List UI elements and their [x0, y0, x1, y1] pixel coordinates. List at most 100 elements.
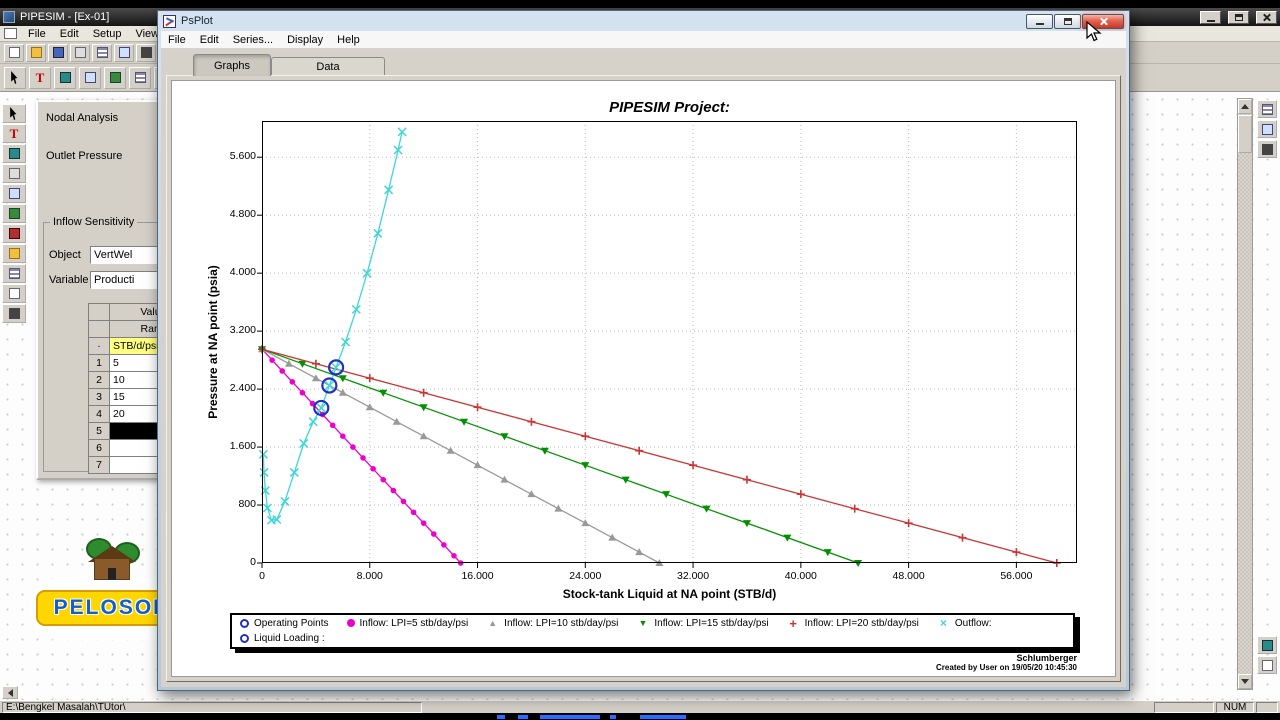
x-tick-label: 8.000: [356, 570, 383, 582]
boundary-node-icon[interactable]: [54, 66, 76, 89]
plot-canvas: [257, 121, 1077, 568]
save-icon[interactable]: [48, 43, 68, 62]
fit-tool-icon[interactable]: [1257, 140, 1277, 158]
drawing-toolbox: T: [2, 104, 28, 323]
tab-data[interactable]: Data: [271, 57, 385, 76]
circle-open-marker-icon: [240, 618, 249, 628]
triangle-down-marker-icon: ▼: [638, 617, 648, 628]
menu-file[interactable]: File: [21, 26, 53, 41]
misc-tool-icon[interactable]: [2, 304, 26, 323]
legend-label: Inflow: LPI=15 stb/day/psi: [654, 617, 769, 629]
num-lock-indicator: NUM: [1216, 701, 1254, 713]
object-label: Object: [49, 249, 81, 261]
text-tool-icon[interactable]: T: [2, 124, 26, 143]
page-tool-icon[interactable]: [2, 284, 26, 303]
pipesim-app-icon: [3, 11, 15, 23]
chart-area: PIPESIM Project: Pressure at NA point (p…: [171, 80, 1116, 677]
status-path: E:\Bengkel Masalah\TUtor\: [2, 701, 422, 713]
sink-tool-icon[interactable]: [2, 224, 26, 243]
right-toolbar: [1257, 100, 1279, 158]
brand-text: Schlumberger: [1016, 653, 1077, 663]
psplot-window: PsPlot File Edit Series... Display Help Grap…: [157, 10, 1130, 691]
run-model-icon[interactable]: [136, 43, 156, 62]
text-tool-icon[interactable]: T: [29, 66, 51, 89]
maximize-icon: [1063, 17, 1072, 25]
legend-label: Operating Points: [254, 617, 329, 629]
close-button[interactable]: [1256, 10, 1277, 24]
x-tick-label: 32.000: [677, 570, 710, 582]
scrollbar-thumb[interactable]: [1238, 115, 1252, 153]
menu-help[interactable]: Help: [330, 31, 367, 48]
minimize-icon: [1035, 23, 1044, 25]
legend-label: Inflow: LPI=10 stb/day/psi: [504, 617, 619, 629]
scroll-up-icon[interactable]: [1238, 99, 1252, 114]
source-node-icon[interactable]: [79, 66, 101, 89]
menu-file[interactable]: File: [161, 31, 193, 48]
legend-item: ▼ Inflow: LPI=15 stb/day/psi: [636, 618, 768, 629]
y-tick-label: 4.800: [229, 208, 256, 221]
psplot-titlebar[interactable]: PsPlot: [158, 11, 1129, 31]
node-tool-icon[interactable]: [2, 184, 26, 203]
props-tool-icon[interactable]: [1257, 656, 1277, 674]
layer-tool-icon[interactable]: [1257, 636, 1277, 654]
scroll-down-icon[interactable]: [1238, 674, 1252, 689]
grid-view-icon[interactable]: [92, 43, 112, 62]
row-number: 7: [89, 457, 109, 473]
psplot-app-icon: [163, 14, 176, 28]
maximize-icon: [1234, 13, 1243, 21]
circle-open-marker-icon: [240, 634, 249, 644]
y-tick-label: 5.600: [229, 150, 256, 163]
child-window-icon[interactable]: [4, 28, 17, 39]
x-tick-label: 24.000: [569, 570, 602, 582]
menu-setup[interactable]: Setup: [86, 26, 129, 41]
minimize-button[interactable]: [1200, 10, 1221, 24]
graphs-tab-panel: PIPESIM Project: Pressure at NA point (p…: [166, 75, 1121, 682]
pointer-tool-icon[interactable]: [4, 66, 26, 89]
tab-graphs[interactable]: Graphs: [193, 54, 271, 76]
report-icon[interactable]: [114, 43, 134, 62]
psplot-content: Graphs Data PIPESIM Project: Pressure at …: [161, 49, 1126, 687]
legend-label: Inflow: LPI=5 stb/day/psi: [359, 617, 469, 629]
open-folder-icon[interactable]: [26, 43, 46, 62]
menu-edit[interactable]: Edit: [53, 26, 86, 41]
well-node-icon[interactable]: [129, 66, 151, 89]
print-icon[interactable]: [70, 43, 90, 62]
letterbox-top: [0, 0, 1280, 8]
menu-display[interactable]: Display: [280, 31, 330, 48]
cut-tool-icon[interactable]: [2, 164, 26, 183]
y-tick-label: 3.200: [229, 324, 256, 337]
menu-series[interactable]: Series...: [226, 31, 280, 48]
dialog-title: Nodal Analysis: [46, 112, 119, 124]
legend-item: ▲ Inflow: LPI=10 stb/day/psi: [486, 618, 618, 629]
minimize-button[interactable]: [1026, 13, 1053, 29]
x-tick-label: 40.000: [784, 570, 817, 582]
legend-item: Operating Points: [240, 618, 329, 629]
select-tool-icon[interactable]: [2, 104, 26, 123]
mouse-cursor: [1086, 21, 1102, 42]
zoom-tool-icon[interactable]: [1257, 100, 1277, 118]
menu-edit[interactable]: Edit: [193, 31, 226, 48]
y-tick-label: 800: [238, 498, 256, 511]
row-number: 5: [89, 423, 109, 439]
grid-tool-icon[interactable]: [2, 264, 26, 283]
x-tick-label: 56.000: [1000, 570, 1033, 582]
x-tick-label: 48.000: [892, 570, 925, 582]
pan-tool-icon[interactable]: [1257, 120, 1277, 138]
x-axis-label: Stock-tank Liquid at NA point (STB/d): [562, 587, 777, 601]
legend-row-1: Operating Points Inflow: LPI=5 stb/day/ps…: [240, 616, 1065, 631]
legend-row-2: Liquid Loading :: [240, 632, 1065, 647]
vertical-scrollbar[interactable]: [1237, 98, 1253, 690]
maximize-button[interactable]: [1054, 13, 1081, 29]
legend-label: Liquid Loading :: [254, 633, 325, 645]
outlet-pressure-label: Outlet Pressure: [46, 150, 123, 162]
scroll-left-icon[interactable]: [2, 686, 18, 699]
close-icon: [1262, 13, 1271, 22]
source-tool-icon[interactable]: [2, 204, 26, 223]
legend-label: Inflow: LPI=20 stb/day/psi: [804, 617, 919, 629]
junction-node-icon[interactable]: [104, 66, 126, 89]
new-document-icon[interactable]: [4, 43, 24, 62]
x-marker-icon: ×: [939, 616, 947, 631]
shape-tool-icon[interactable]: [2, 144, 26, 163]
maximize-button[interactable]: [1228, 10, 1249, 24]
folder-tool-icon[interactable]: [2, 244, 26, 263]
